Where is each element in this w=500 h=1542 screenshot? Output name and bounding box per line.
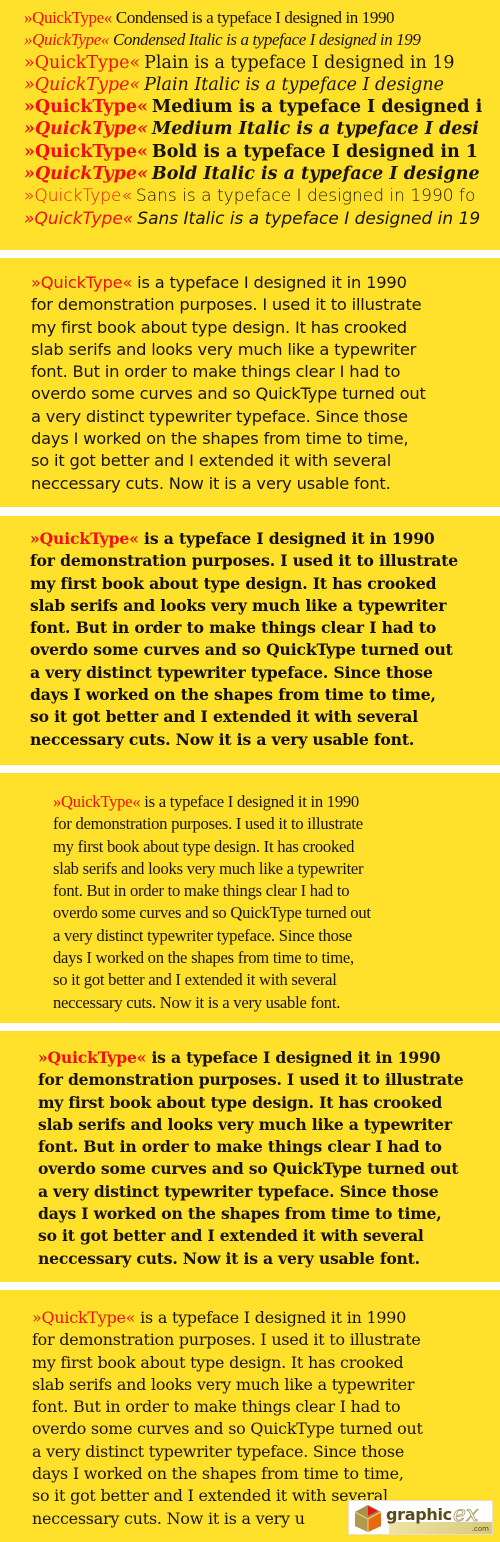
paragraph-line: overdo some curves and so QuickType turn… — [38, 1159, 459, 1179]
paragraph-panel-condensed: »QuickType« is a typeface I designed it … — [0, 773, 500, 1023]
brand-name: »QuickType« — [24, 119, 148, 140]
paragraph-sans: »QuickType« is a typeface I designed it … — [31, 272, 500, 495]
paragraph-line: slab serifs and looks very much like a t… — [32, 1374, 415, 1394]
paragraph-line: »QuickType« is a typeface I designed it … — [30, 529, 435, 548]
paragraph-line: so it got better and I extended it with … — [38, 1226, 424, 1246]
specimen-line-bold: »QuickType« Bold is a typeface I designed… — [24, 141, 478, 162]
specimen-panel: »QuickType« Condensed is a typeface I des… — [0, 0, 500, 250]
specimen-line-condensed-italic: »QuickType« Condensed Italic is a typefac… — [24, 30, 421, 50]
paragraph-line: overdo some curves and so QuickType turn… — [53, 903, 371, 923]
paragraph-line: my first book about type design. It has … — [53, 836, 355, 856]
paragraph-line: for demonstration purposes. I used it to… — [30, 551, 459, 571]
paragraph-line: »QuickType« is a typeface I designed it … — [38, 1048, 441, 1067]
paragraph-line: so it got better and I extended it with … — [53, 970, 337, 990]
brand-name: »QuickType« — [32, 1308, 136, 1327]
brand-name: »QuickType« — [38, 1048, 147, 1067]
paragraph-line: slab serifs and looks very much like a t… — [53, 858, 364, 878]
paragraph-line: for demonstration purposes. I used it to… — [38, 1070, 464, 1090]
paragraph-line: for demonstration purposes. I used it to… — [31, 295, 422, 315]
brand-name: »QuickType« — [24, 30, 109, 50]
paragraph-line: neccessary cuts. Now it is a very usable… — [38, 1248, 420, 1268]
paragraph-line: »QuickType« is a typeface I designed it … — [31, 273, 407, 292]
paragraph-line: a very distinct typewriter typeface. Sin… — [31, 406, 408, 426]
specimen-line-sans-italic: »QuickType« Sans Italic is a typeface I d… — [24, 208, 481, 229]
paragraph-line: my first book about type design. It has … — [31, 317, 407, 337]
paragraph-line: »QuickType« is a typeface I designed it … — [53, 792, 359, 811]
paragraph-line: days I worked on the shapes from time to… — [53, 948, 354, 968]
specimen-line-plain-italic: »QuickType« Plain Italic is a typeface I … — [24, 74, 445, 95]
watermark-domain: .com — [471, 1525, 489, 1533]
paragraph-line: font. But in order to make things clear … — [31, 362, 401, 382]
watermark-word: graphic — [386, 1505, 452, 1524]
paragraph-line: neccessary cuts. Now it is a very usable… — [30, 729, 415, 749]
brand-name: »QuickType« — [24, 8, 112, 27]
paragraph-line: my first book about type design. It has … — [38, 1092, 443, 1112]
brand-name: »QuickType« — [24, 52, 141, 73]
paragraph-line: »QuickType« is a typeface I designed it … — [32, 1308, 407, 1327]
brand-name: »QuickType« — [24, 208, 134, 229]
paragraph-line: font. But in order to make things clear … — [53, 881, 350, 901]
paragraph-medium: »QuickType« is a typeface I designed it … — [38, 1047, 472, 1270]
paragraph-panel-bold: »QuickType« is a typeface I designed it … — [0, 516, 500, 765]
paragraph-line: slab serifs and looks very much like a t… — [38, 1114, 452, 1134]
paragraph-line: days I worked on the shapes from time to… — [31, 429, 409, 449]
brand-name: »QuickType« — [24, 97, 148, 118]
paragraph-line: my first book about type design. It has … — [30, 573, 437, 593]
brand-name: »QuickType« — [31, 273, 133, 292]
brand-name: »QuickType« — [24, 74, 141, 95]
watermark-logo: graphic ex .com — [348, 1500, 493, 1535]
paragraph-plain: »QuickType« is a typeface I designed it … — [32, 1307, 500, 1530]
paragraph-line: days I worked on the shapes from time to… — [32, 1464, 404, 1484]
paragraph-line: neccessary cuts. Now it is a very usable… — [53, 992, 341, 1012]
specimen-line-medium-italic: »QuickType« Medium Italic is a typeface I… — [24, 119, 479, 140]
paragraph-line: a very distinct typewriter typeface. Sin… — [30, 662, 433, 682]
specimen-line-sans: »QuickType« Sans is a typeface I designed… — [24, 186, 476, 207]
paragraph-line: overdo some curves and so QuickType turn… — [31, 384, 426, 404]
paragraph-line: overdo some curves and so QuickType turn… — [30, 640, 453, 660]
specimen-line-bold-italic: »QuickType« Bold Italic is a typeface I d… — [24, 164, 480, 185]
paragraph-line: so it got better and I extended it with … — [31, 451, 392, 471]
paragraph-panel-sans: »QuickType« is a typeface I designed it … — [0, 258, 500, 507]
brand-name: »QuickType« — [24, 186, 132, 207]
brand-name: »QuickType« — [24, 164, 148, 185]
brand-name: »QuickType« — [53, 792, 141, 811]
paragraph-condensed: »QuickType« is a typeface I designed it … — [53, 791, 453, 1014]
watermark-suffix: ex — [453, 1502, 479, 1528]
paragraph-line: a very distinct typewriter typeface. Sin… — [53, 925, 353, 945]
paragraph-line: font. But in order to make things clear … — [38, 1137, 442, 1157]
cube-logo-icon — [354, 1505, 382, 1532]
paragraph-line: for demonstration purposes. I used it to… — [32, 1330, 421, 1350]
paragraph-line: overdo some curves and so QuickType turn… — [32, 1419, 423, 1439]
paragraph-line: a very distinct typewriter typeface. Sin… — [32, 1441, 405, 1461]
paragraph-line: font. But in order to make things clear … — [32, 1397, 401, 1417]
paragraph-line: slab serifs and looks very much like a t… — [30, 595, 447, 615]
paragraph-line: days I worked on the shapes from time to… — [38, 1204, 442, 1224]
paragraph-line: neccessary cuts. Now it is a very usable… — [31, 473, 391, 493]
paragraph-line: a very distinct typewriter typeface. Sin… — [38, 1181, 439, 1201]
paragraph-line: slab serifs and looks very much like a t… — [31, 339, 417, 359]
specimen-line-condensed: »QuickType« Condensed is a typeface I des… — [24, 8, 395, 27]
paragraph-line: my first book about type design. It has … — [32, 1352, 404, 1372]
paragraph-bold: »QuickType« is a typeface I designed it … — [30, 528, 500, 751]
paragraph-panel-medium: »QuickType« is a typeface I designed it … — [0, 1031, 500, 1282]
specimen-line-medium: »QuickType« Medium is a typeface I design… — [24, 97, 483, 118]
paragraph-line: days I worked on the shapes from time to… — [30, 685, 436, 705]
paragraph-line: so it got better and I extended it with … — [30, 707, 418, 727]
paragraph-line: font. But in order to make things clear … — [30, 618, 437, 638]
brand-name: »QuickType« — [24, 141, 148, 162]
specimen-line-plain: »QuickType« Plain is a typeface I designe… — [24, 52, 455, 73]
brand-name: »QuickType« — [30, 529, 139, 548]
specimen-list: »QuickType« Condensed is a typeface I des… — [24, 7, 500, 230]
paragraph-line: for demonstration purposes. I used it to… — [53, 814, 363, 834]
